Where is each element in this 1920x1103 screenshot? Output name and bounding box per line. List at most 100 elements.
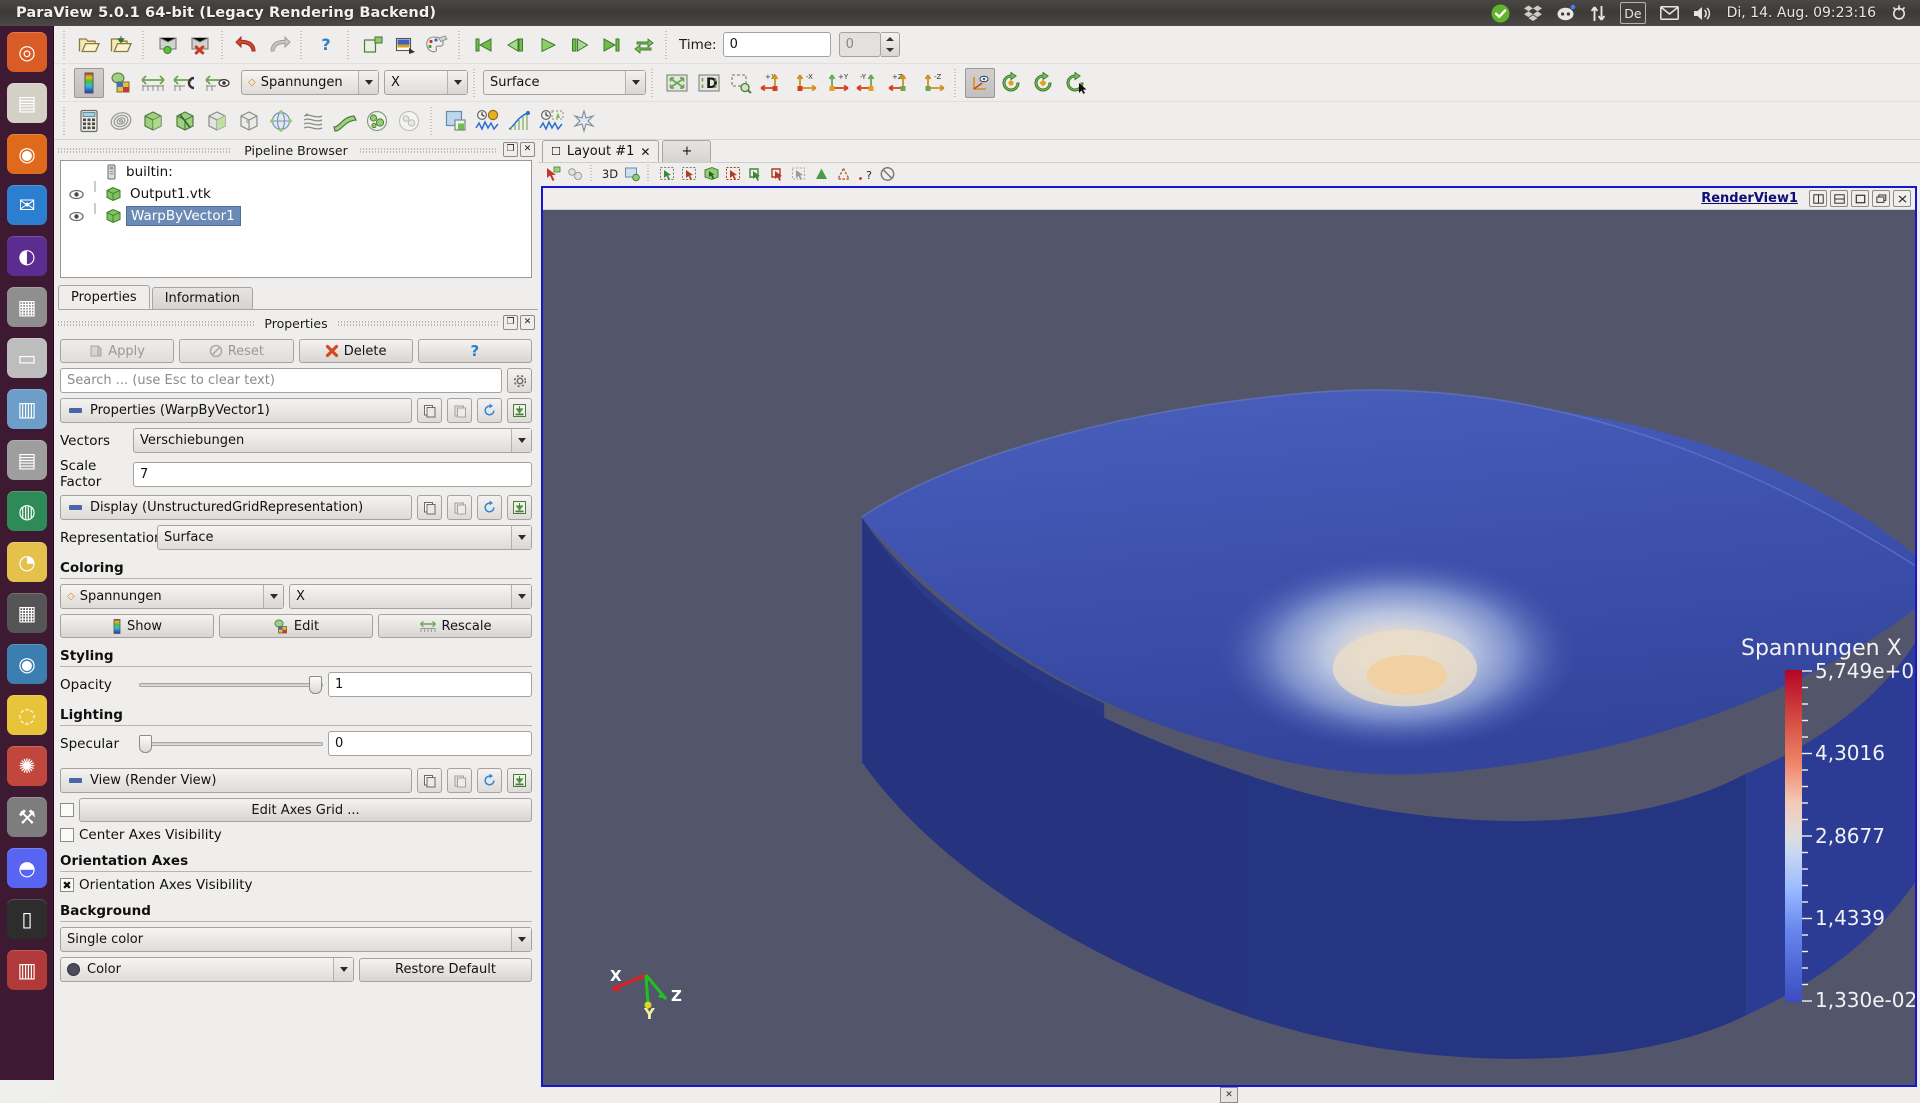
launcher-item-discord-launch[interactable]: ◓ <box>0 842 54 893</box>
plot-over-line-icon[interactable] <box>505 106 535 136</box>
pipeline-item[interactable]: WarpByVector1 <box>61 203 531 227</box>
show-legend-button[interactable]: Show <box>60 614 214 638</box>
select-block-icon[interactable] <box>564 163 586 184</box>
render-view-title[interactable]: RenderView1 <box>1701 191 1798 206</box>
last-frame-icon[interactable] <box>597 30 627 60</box>
chevron-down-icon[interactable] <box>511 526 531 549</box>
chevron-down-icon[interactable] <box>511 928 531 951</box>
create-view-icon[interactable] <box>441 106 471 136</box>
undo-icon[interactable] <box>232 30 262 60</box>
specular-slider[interactable] <box>139 734 323 753</box>
coloring-array-combo[interactable]: ◇ Spannungen <box>241 70 379 95</box>
save-view-default-icon[interactable] <box>507 768 532 793</box>
screenshot-icon[interactable] <box>390 30 420 60</box>
launcher-item-salome[interactable]: ◍ <box>0 485 54 536</box>
launcher-item-firefox[interactable]: ◉ <box>0 128 54 179</box>
pipeline-item[interactable]: Output1.vtk <box>61 181 531 205</box>
hover-cells-icon[interactable] <box>766 163 788 184</box>
group-datasets-icon[interactable] <box>362 106 392 136</box>
close-icon[interactable]: ✕ <box>520 315 535 330</box>
first-frame-icon[interactable] <box>469 30 499 60</box>
save-as-default-icon[interactable] <box>507 398 532 423</box>
open-file-icon[interactable] <box>74 30 104 60</box>
scalar-bar[interactable]: Spannungen X 5,749e+0 4,3016 2,8677 1,43… <box>1741 636 1915 1040</box>
launcher-item-archive[interactable]: ▦ <box>0 281 54 332</box>
toggle-color-legend-icon[interactable] <box>74 67 104 98</box>
rescale-to-data-range-icon[interactable] <box>138 68 168 98</box>
clock-label[interactable]: Di, 14. Aug. 09:23:16 <box>1727 5 1876 21</box>
launcher-item-gimp[interactable]: ✺ <box>0 740 54 791</box>
last-filter-icon[interactable] <box>569 106 599 136</box>
render-canvas[interactable]: X Y Z Spannungen X 5,749e+0 4,3016 2,867… <box>543 210 1915 1085</box>
launcher-item-terminal[interactable]: ▯ <box>0 893 54 944</box>
pipeline-browser-list[interactable]: builtin: Output1.vtk WarpByVector1 <box>60 160 532 278</box>
background-mode-combo[interactable]: Single color <box>60 927 532 952</box>
paste-display-icon[interactable] <box>447 495 472 520</box>
rotate-icon[interactable] <box>1061 68 1091 98</box>
launcher-item-wrench[interactable]: ⚒ <box>0 791 54 842</box>
connect-server-icon[interactable] <box>358 30 388 60</box>
representation-combo[interactable]: Surface <box>483 70 646 95</box>
frame-input[interactable]: 0 <box>838 32 881 57</box>
display-group-header[interactable]: Display (UnstructuredGridRepresentation) <box>60 495 412 520</box>
opacity-input[interactable]: 1 <box>328 672 532 697</box>
camera-link-icon[interactable] <box>621 163 643 184</box>
toolbar-grip-2[interactable] <box>62 68 69 97</box>
select-points-through-icon[interactable] <box>722 163 744 184</box>
launcher-item-cat-app[interactable]: ◔ <box>0 536 54 587</box>
launcher-item-calculator[interactable]: ▦ <box>0 587 54 638</box>
plot-over-time-icon[interactable] <box>473 106 503 136</box>
power-gear-icon[interactable] <box>1890 2 1908 24</box>
edit-axes-grid-button[interactable]: Edit Axes Grid ... <box>79 798 532 822</box>
copy-view-icon[interactable] <box>417 768 442 793</box>
discord-icon[interactable] <box>1556 2 1576 24</box>
edit-colormap-button[interactable]: Edit <box>219 614 373 638</box>
apply-button[interactable]: Apply <box>60 339 175 363</box>
center-axes-icon[interactable] <box>965 67 995 98</box>
undock-icon[interactable] <box>1872 190 1890 207</box>
eye-icon[interactable] <box>65 189 87 200</box>
network-arrows-icon[interactable] <box>1590 2 1606 24</box>
orientation-axes-checkbox[interactable]: ✖ <box>60 878 74 892</box>
float-panel-icon[interactable]: ❐ <box>503 315 518 330</box>
rubber-band-zoom-icon[interactable] <box>726 68 756 98</box>
chevron-down-icon[interactable] <box>511 585 531 608</box>
3d-mode-label[interactable]: 3D <box>599 163 621 184</box>
neg-x-icon[interactable]: -X <box>790 68 820 98</box>
properties-group-header[interactable]: Properties (WarpByVector1) <box>60 398 412 423</box>
reset-button[interactable]: Reset <box>179 339 294 363</box>
toolbar-grip-3[interactable] <box>62 106 69 135</box>
contour-icon[interactable] <box>106 106 136 136</box>
time-input[interactable]: 0 <box>722 32 831 57</box>
color-palette-icon[interactable] <box>422 30 452 60</box>
axes-grid-checkbox[interactable] <box>60 803 74 817</box>
split-horizontal-icon[interactable] <box>1809 190 1827 207</box>
view-group-header[interactable]: View (Render View) <box>60 768 412 793</box>
zoom-to-data-icon[interactable]: D <box>694 68 724 98</box>
help-button[interactable]: ? <box>417 339 532 363</box>
launcher-item-paraview[interactable]: ◉ <box>0 638 54 689</box>
launcher-item-files[interactable]: ▤ <box>0 77 54 128</box>
save-display-default-icon[interactable] <box>507 495 532 520</box>
frame-spinner[interactable] <box>880 32 900 57</box>
opacity-slider-handle[interactable] <box>309 675 322 694</box>
pos-y-icon[interactable]: +Y <box>822 68 852 98</box>
layout-tab[interactable]: ☐ Layout #1 ✕ <box>542 140 660 162</box>
reset-camera-icon[interactable] <box>662 68 692 98</box>
background-color-combo[interactable]: Color <box>60 957 354 982</box>
add-layout-tab[interactable]: + <box>662 140 712 162</box>
load-state-icon[interactable] <box>185 30 215 60</box>
volume-icon[interactable] <box>1693 2 1713 24</box>
shrink-selection-icon[interactable] <box>832 163 854 184</box>
launcher-item-ubuntu-dash[interactable]: ◎ <box>0 26 54 77</box>
extract-level-icon[interactable] <box>394 106 424 136</box>
help-icon[interactable]: ? <box>311 30 341 60</box>
restore-view-defaults-icon[interactable] <box>477 768 502 793</box>
mail-icon[interactable] <box>1659 2 1679 24</box>
save-state-icon[interactable] <box>153 30 183 60</box>
copy-display-icon[interactable] <box>417 495 442 520</box>
launcher-item-calc[interactable]: ▥ <box>0 383 54 434</box>
opacity-slider[interactable] <box>139 675 323 694</box>
select-points-icon[interactable] <box>678 163 700 184</box>
slice-icon[interactable] <box>170 106 200 136</box>
